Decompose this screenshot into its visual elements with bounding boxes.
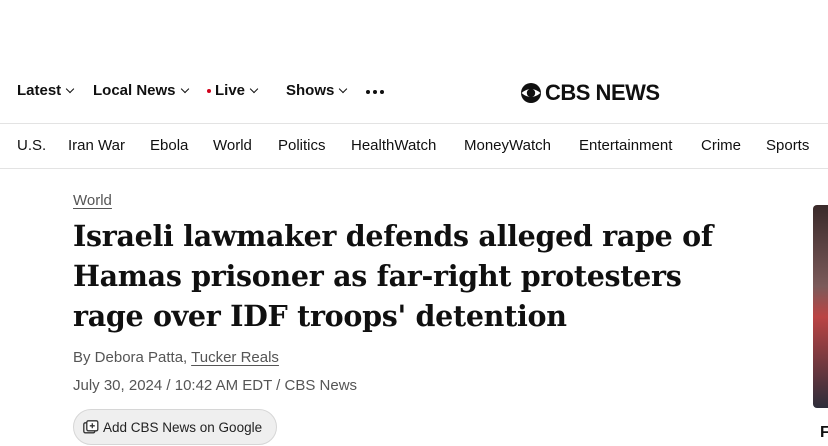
section-sports[interactable]: Sports xyxy=(766,137,809,154)
nav-local-news[interactable]: Local News xyxy=(93,82,189,99)
section-ebola[interactable]: Ebola xyxy=(150,137,188,154)
chevron-down-icon xyxy=(339,84,348,93)
cbs-eye-icon xyxy=(521,83,541,103)
nav-latest-label: Latest xyxy=(17,82,62,99)
nav-shows-label: Shows xyxy=(286,82,335,99)
sidebar-video-thumbnail[interactable] xyxy=(813,205,828,408)
chevron-down-icon xyxy=(249,84,259,93)
article-dateline: July 30, 2024 / 10:42 AM EDT / CBS News xyxy=(73,377,358,394)
divider xyxy=(0,168,828,169)
byline-text: By Debora Patta, xyxy=(73,349,192,366)
section-nav: U.S. Iran War Ebola World Politics Healt… xyxy=(0,137,828,157)
section-iran-war[interactable]: Iran War xyxy=(68,137,125,154)
nav-live[interactable]: Live xyxy=(207,82,259,99)
article-headline: Israeli lawmaker defends alleged rape of… xyxy=(73,219,713,333)
add-source-icon xyxy=(83,420,99,434)
nav-live-label: Live xyxy=(215,82,246,99)
primary-nav: Latest Local News Live Shows xyxy=(0,78,828,106)
live-dot-icon xyxy=(207,88,211,93)
section-healthwatch[interactable]: HealthWatch xyxy=(351,137,436,154)
nav-local-news-label: Local News xyxy=(93,82,176,99)
more-dots-icon[interactable] xyxy=(366,90,384,94)
chevron-down-icon xyxy=(180,84,189,93)
add-to-google-label: Add CBS News on Google xyxy=(103,419,263,435)
section-moneywatch[interactable]: MoneyWatch xyxy=(464,137,551,154)
section-world[interactable]: World xyxy=(213,137,252,154)
add-to-google-button[interactable]: Add CBS News on Google xyxy=(73,409,277,445)
logo-text: CBS NEWS xyxy=(545,80,660,105)
cbs-news-logo[interactable]: CBS NEWS xyxy=(520,80,660,106)
article-category-link[interactable]: World xyxy=(73,192,112,209)
article-byline: By Debora Patta, Tucker Reals xyxy=(73,349,279,366)
section-politics[interactable]: Politics xyxy=(278,137,326,154)
section-crime[interactable]: Crime xyxy=(701,137,741,154)
section-entertainment[interactable]: Entertainment xyxy=(579,137,672,154)
section-us[interactable]: U.S. xyxy=(17,137,46,154)
author-link[interactable]: Tucker Reals xyxy=(191,349,279,366)
divider xyxy=(0,123,828,124)
chevron-down-icon xyxy=(65,84,75,93)
sidebar-headline-fragment[interactable]: F xyxy=(820,424,828,442)
nav-latest[interactable]: Latest xyxy=(17,82,75,99)
nav-shows[interactable]: Shows xyxy=(286,82,348,99)
